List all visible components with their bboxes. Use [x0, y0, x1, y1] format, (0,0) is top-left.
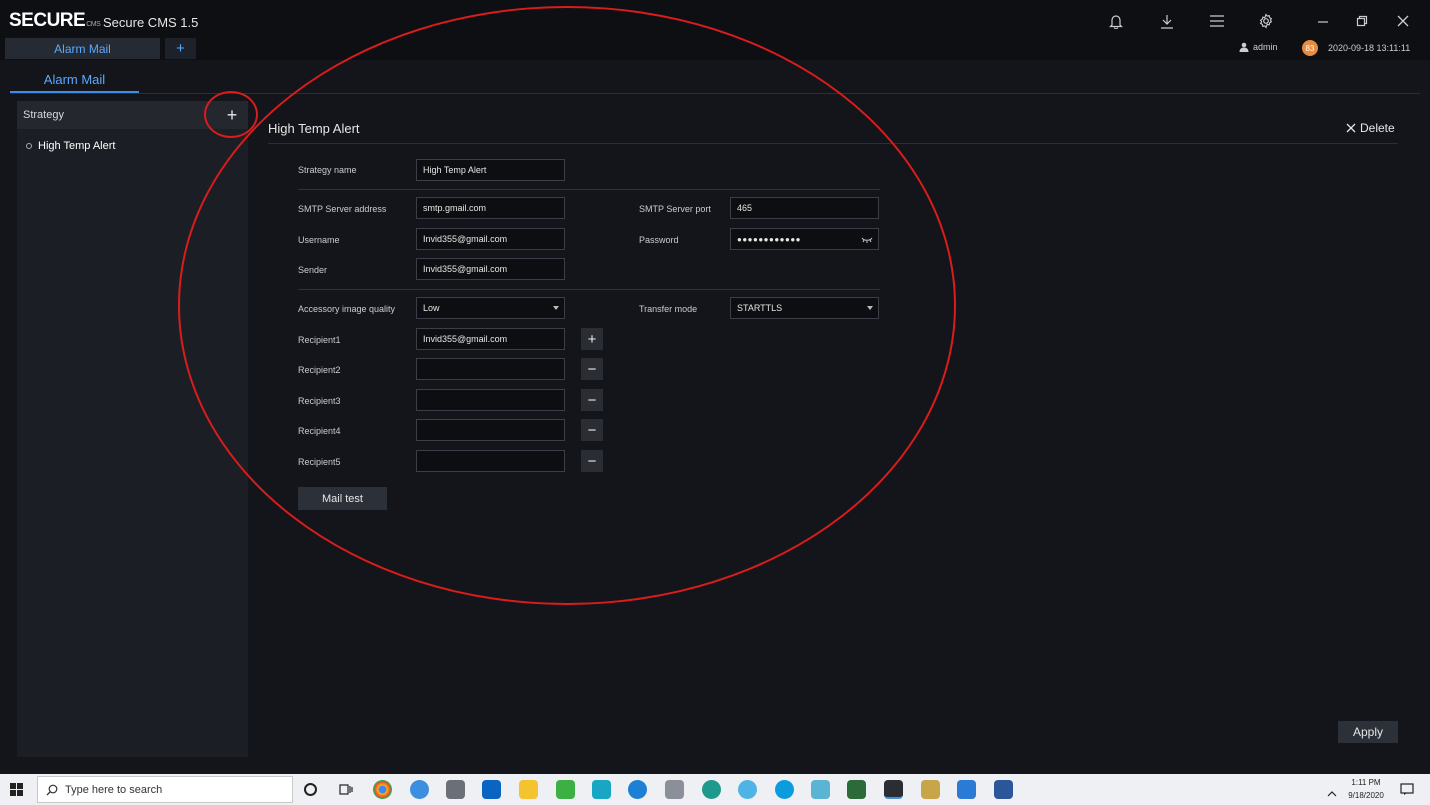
sidebar-item-high-temp-alert[interactable]: High Temp Alert	[17, 133, 248, 159]
add-tab-button[interactable]: +	[165, 38, 196, 59]
status-badge[interactable]: 83	[1302, 40, 1318, 56]
taskbar-time[interactable]: 1:11 PM	[1342, 778, 1390, 787]
secure-cms-taskbar-icon[interactable]	[884, 780, 903, 799]
download-icon[interactable]	[1156, 10, 1178, 32]
delete-button[interactable]: Delete	[1346, 121, 1395, 135]
search-app-icon[interactable]	[592, 780, 611, 799]
tab-alarm-mail[interactable]: Alarm Mail	[5, 38, 160, 59]
restore-icon[interactable]	[1351, 10, 1373, 32]
app-icon[interactable]	[665, 780, 684, 799]
apply-button[interactable]: Apply	[1338, 721, 1398, 743]
file-explorer-icon[interactable]	[519, 780, 538, 799]
skype-icon[interactable]	[775, 780, 794, 799]
close-icon[interactable]	[1392, 10, 1414, 32]
user-icon	[1239, 42, 1249, 52]
edge-icon[interactable]	[702, 780, 721, 799]
chevron-up-icon[interactable]	[1327, 784, 1337, 802]
bell-icon[interactable]	[1105, 10, 1127, 32]
tab-alarm-mail-page[interactable]: Alarm Mail	[10, 68, 139, 93]
windows-taskbar: Type here to search 1:11 PM 9/18/2020	[0, 774, 1430, 805]
annotation-circle-form	[178, 6, 956, 605]
menu-icon[interactable]	[1206, 10, 1228, 32]
ie-icon[interactable]	[738, 780, 757, 799]
app-icon[interactable]	[847, 780, 866, 799]
user-info[interactable]: admin	[1239, 42, 1278, 52]
task-view-icon[interactable]	[339, 783, 353, 801]
system-datetime: 2020-09-18 13:11:11	[1328, 43, 1411, 53]
word-icon[interactable]	[994, 780, 1013, 799]
photos-icon[interactable]	[957, 780, 976, 799]
browser-icon[interactable]	[410, 780, 429, 799]
gear-icon[interactable]	[1255, 10, 1277, 32]
taskbar-search-box[interactable]: Type here to search	[37, 776, 293, 803]
windows-start-icon[interactable]	[10, 783, 23, 801]
search-placeholder: Type here to search	[65, 783, 163, 796]
camera-app-icon[interactable]	[446, 780, 465, 799]
annotation-circle-add	[204, 91, 258, 138]
teamviewer-icon[interactable]	[628, 780, 647, 799]
sidebar-item-label: High Temp Alert	[38, 140, 116, 152]
notification-icon[interactable]	[1400, 783, 1414, 801]
app-title: Secure CMS 1.5	[103, 15, 199, 30]
spotify-icon[interactable]	[556, 780, 575, 799]
chrome-icon[interactable]	[373, 780, 392, 799]
cortana-icon[interactable]	[304, 783, 317, 796]
taskbar-date[interactable]: 9/18/2020	[1342, 791, 1390, 800]
paint-icon[interactable]	[921, 780, 940, 799]
app-logo: SECURECMS	[9, 10, 101, 31]
outlook-icon[interactable]	[482, 780, 501, 799]
circle-icon	[26, 143, 32, 149]
minimize-icon[interactable]	[1312, 10, 1334, 32]
close-icon	[1346, 123, 1356, 133]
app-icon[interactable]	[811, 780, 830, 799]
delete-label: Delete	[1360, 121, 1395, 135]
username-label: admin	[1253, 42, 1278, 52]
search-icon	[46, 784, 58, 796]
